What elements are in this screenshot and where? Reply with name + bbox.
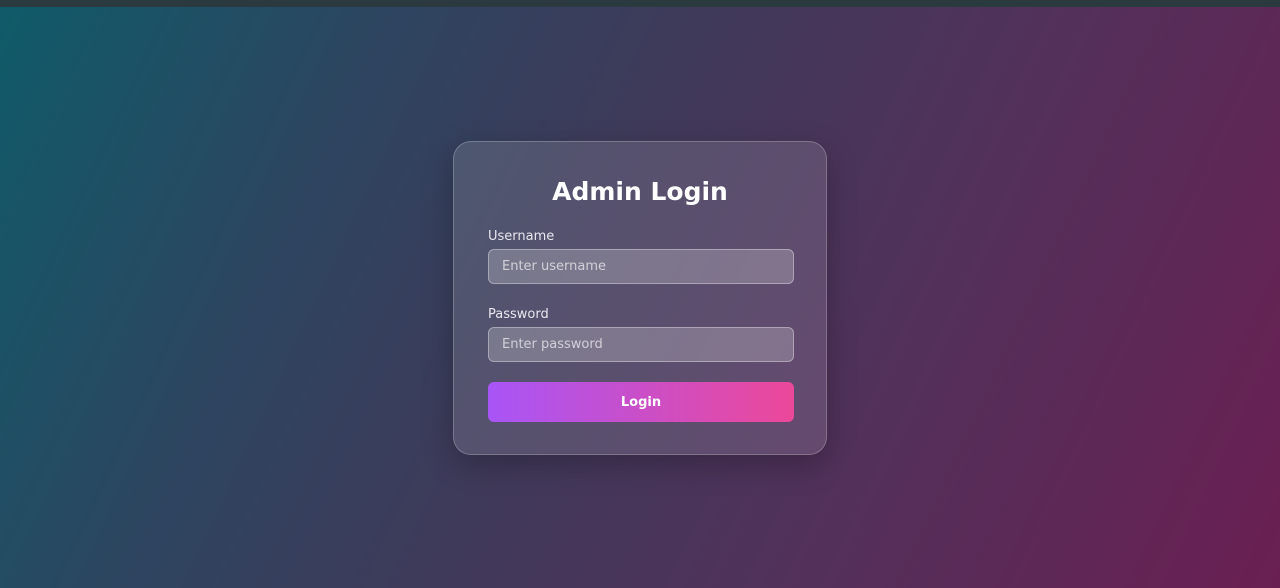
username-input[interactable] [488,249,794,284]
page-title: Admin Login [552,177,728,206]
password-label: Password [488,307,549,322]
password-input[interactable] [488,327,794,362]
username-label: Username [488,229,555,244]
top-bar [0,0,1280,7]
login-button[interactable]: Login [488,382,794,422]
login-card: Admin Login Username Password Login [453,141,827,455]
